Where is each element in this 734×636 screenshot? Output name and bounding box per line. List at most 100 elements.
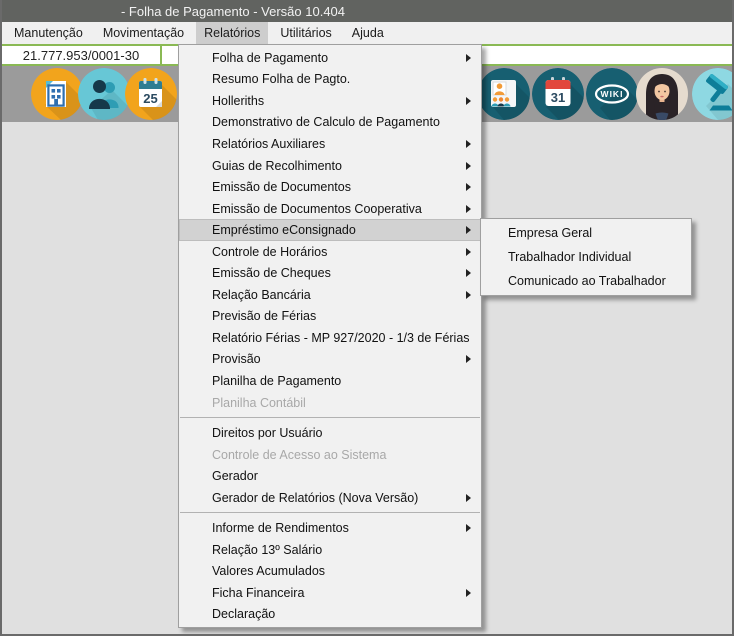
menubar-item-ajuda[interactable]: Ajuda [344, 22, 392, 44]
submenu-arrow-icon [466, 183, 471, 191]
menu-item-demonstrativo-de-calculo-de-pagamento[interactable]: Demonstrativo de Calculo de Pagamento [179, 112, 481, 134]
submenu-item-label: Comunicado ao Trabalhador [508, 274, 666, 288]
menu-item-label: Previsão de Férias [212, 309, 316, 323]
gavel-icon [692, 68, 734, 120]
assistant-avatar [636, 68, 688, 120]
menu-item-folha-de-pagamento[interactable]: Folha de Pagamento [179, 47, 481, 69]
toolbar-calendar-25-button[interactable]: 25 [125, 68, 177, 120]
menu-item-label: Resumo Folha de Pagto. [212, 72, 350, 86]
menu-item-label: Informe de Rendimentos [212, 521, 349, 535]
menu-item-planilha-de-pagamento[interactable]: Planilha de Pagamento [179, 370, 481, 392]
menu-item-label: Folha de Pagamento [212, 51, 328, 65]
menu-separator [180, 512, 480, 513]
submenu-arrow-icon [466, 589, 471, 597]
menu-item-label: Relação 13º Salário [212, 543, 322, 557]
toolbar-assistant-button[interactable] [636, 68, 688, 120]
calendar-25-icon: 25 [125, 68, 177, 120]
employee-card-icon [478, 68, 530, 120]
submenu-arrow-icon [466, 494, 471, 502]
menu-item-emissao-de-documentos-cooperativa[interactable]: Emissão de Documentos Cooperativa [179, 198, 481, 220]
menu-item-previsao-de-ferias[interactable]: Previsão de Férias [179, 306, 481, 328]
title-bar: - Folha de Pagamento - Versão 10.404 [2, 0, 732, 22]
window-title: - Folha de Pagamento - Versão 10.404 [2, 4, 464, 19]
menu-separator [180, 417, 480, 418]
submenu-item-trabalhador-individual[interactable]: Trabalhador Individual [481, 245, 691, 269]
calendar-31-number: 31 [551, 90, 565, 105]
menu-item-controle-de-horarios[interactable]: Controle de Horários [179, 241, 481, 263]
submenu-arrow-icon [466, 355, 471, 363]
submenu-arrow-icon [466, 226, 471, 234]
submenu-arrow-icon [466, 205, 471, 213]
submenu-arrow-icon [466, 54, 471, 62]
menu-item-relacao-13-salario[interactable]: Relação 13º Salário [179, 539, 481, 561]
menu-item-label: Relação Bancária [212, 288, 311, 302]
submenu-arrow-icon [466, 97, 471, 105]
submenu-item-label: Trabalhador Individual [508, 250, 631, 264]
menu-item-holleriths[interactable]: Holleriths [179, 90, 481, 112]
menu-item-relatorio-ferias-mp-927-2020-1-3-de-ferias[interactable]: Relatório Férias - MP 927/2020 - 1/3 de … [179, 327, 481, 349]
menu-item-label: Gerador de Relatórios (Nova Versão) [212, 491, 418, 505]
wiki-label: WIKI [601, 89, 624, 99]
menu-item-relatorios-auxiliares[interactable]: Relatórios Auxiliares [179, 133, 481, 155]
menu-item-label: Direitos por Usuário [212, 426, 322, 440]
menu-item-provisao[interactable]: Provisão [179, 349, 481, 371]
econsignado-submenu: Empresa Geral Trabalhador Individual Comun… [480, 218, 692, 296]
menu-item-planilha-contabil: Planilha Contábil [179, 392, 481, 414]
menu-item-emissao-de-cheques[interactable]: Emissão de Cheques [179, 262, 481, 284]
toolbar-calendar-31-button[interactable]: 31 [532, 68, 584, 120]
menu-item-label: Empréstimo eConsignado [212, 223, 356, 237]
menu-item-resumo-folha-de-pagto[interactable]: Resumo Folha de Pagto. [179, 69, 481, 91]
menu-item-label: Relatórios Auxiliares [212, 137, 325, 151]
submenu-arrow-icon [466, 524, 471, 532]
menu-item-label: Emissão de Documentos Cooperativa [212, 202, 422, 216]
menu-item-ficha-financeira[interactable]: Ficha Financeira [179, 582, 481, 604]
submenu-item-comunicado-ao-trabalhador[interactable]: Comunicado ao Trabalhador [481, 269, 691, 293]
menu-item-informe-de-rendimentos[interactable]: Informe de Rendimentos [179, 517, 481, 539]
menu-item-declaracao[interactable]: Declaração [179, 604, 481, 626]
menu-item-label: Provisão [212, 352, 261, 366]
menu-item-label: Emissão de Documentos [212, 180, 351, 194]
menu-item-direitos-por-usuario[interactable]: Direitos por Usuário [179, 422, 481, 444]
menu-item-guias-de-recolhimento[interactable]: Guias de Recolhimento [179, 155, 481, 177]
toolbar-company-button[interactable] [31, 68, 83, 120]
menu-item-label: Declaração [212, 607, 275, 621]
toolbar-wiki-button[interactable]: WIKI [586, 68, 638, 120]
menu-bar: ManutençãoMovimentaçãoRelatóriosUtilitár… [2, 22, 732, 44]
menu-item-valores-acumulados[interactable]: Valores Acumulados [179, 561, 481, 583]
menubar-item-manutencao[interactable]: Manutenção [6, 22, 91, 44]
toolbar-employees-button[interactable] [78, 68, 130, 120]
menu-item-label: Holleriths [212, 94, 264, 108]
submenu-arrow-icon [466, 291, 471, 299]
company-id-field[interactable]: 21.777.953/0001-30 [2, 46, 162, 64]
toolbar-employee-card-button[interactable] [478, 68, 530, 120]
menu-item-label: Controle de Horários [212, 245, 327, 259]
menu-item-label: Emissão de Cheques [212, 266, 331, 280]
submenu-arrow-icon [466, 162, 471, 170]
menu-item-relacao-bancaria[interactable]: Relação Bancária [179, 284, 481, 306]
menu-item-label: Gerador [212, 469, 258, 483]
menubar-item-utilitarios[interactable]: Utilitários [272, 22, 339, 44]
app-window: - Folha de Pagamento - Versão 10.404 Man… [0, 0, 734, 636]
submenu-arrow-icon [466, 140, 471, 148]
menu-item-gerador-de-relatorios-nova-versao[interactable]: Gerador de Relatórios (Nova Versão) [179, 487, 481, 509]
employees-icon [78, 68, 130, 120]
menu-item-emprestimo-econsignado[interactable]: Empréstimo eConsignado [179, 219, 481, 241]
calendar-25-number: 25 [143, 91, 157, 106]
menubar-item-movimentacao[interactable]: Movimentação [95, 22, 192, 44]
menu-item-label: Valores Acumulados [212, 564, 325, 578]
submenu-item-empresa-geral[interactable]: Empresa Geral [481, 221, 691, 245]
menu-item-controle-de-acesso-ao-sistema: Controle de Acesso ao Sistema [179, 444, 481, 466]
menubar-item-relatorios[interactable]: Relatórios [196, 22, 268, 44]
menu-item-label: Ficha Financeira [212, 586, 304, 600]
menu-item-label: Demonstrativo de Calculo de Pagamento [212, 115, 440, 129]
menu-item-emissao-de-documentos[interactable]: Emissão de Documentos [179, 176, 481, 198]
submenu-item-label: Empresa Geral [508, 226, 592, 240]
submenu-arrow-icon [466, 269, 471, 277]
menu-item-label: Planilha Contábil [212, 396, 306, 410]
company-icon [31, 68, 83, 120]
menu-item-label: Controle de Acesso ao Sistema [212, 448, 386, 462]
menu-item-label: Relatório Férias - MP 927/2020 - 1/3 de … [212, 331, 470, 345]
toolbar-gavel-button[interactable] [692, 68, 734, 120]
menu-item-gerador[interactable]: Gerador [179, 465, 481, 487]
menu-item-label: Guias de Recolhimento [212, 159, 342, 173]
